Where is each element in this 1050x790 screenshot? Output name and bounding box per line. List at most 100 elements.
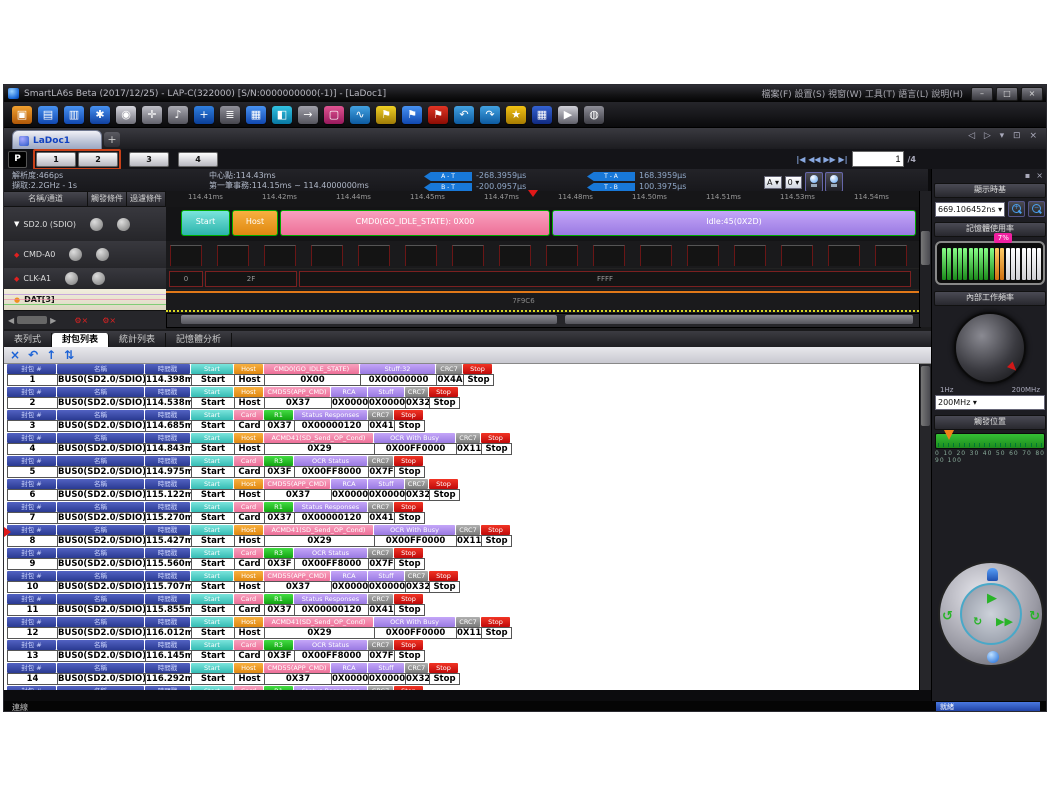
bottom-tab-item[interactable]: 記憶體分析 [166, 333, 232, 347]
flag-yellow-icon[interactable]: ⚑ [376, 106, 396, 124]
frequency-select[interactable]: 200MHz ▾ [935, 395, 1045, 410]
bottom-tab-item[interactable]: 統計列表 [109, 333, 166, 347]
page-button-2[interactable]: 2 [78, 152, 118, 167]
packet-data-row[interactable]: 3BUS0(SD2.0/SDIO)114.685msStartCard0X370… [7, 420, 425, 432]
tab-nav-controls[interactable]: ◁ ▷ ▾ ⊡ × [968, 131, 1040, 141]
cursor-a-select[interactable]: A ▾ [764, 176, 782, 189]
decode-segment[interactable]: CMD0(GO_IDLE_STATE): 0X00 [280, 210, 550, 236]
filter-off-icon[interactable]: ⚙× [74, 316, 88, 325]
tools-icon[interactable]: ✛ [142, 106, 162, 124]
memory-stack-icon[interactable]: ≣ [220, 106, 240, 124]
packet-data-row[interactable]: 1BUS0(SD2.0/SDIO)114.398msStartHost0X000… [7, 374, 494, 386]
flag-blue-icon[interactable]: ⚑ [402, 106, 422, 124]
packet-data-row[interactable]: 13BUS0(SD2.0/SDIO)116.145msStartCard0X3F… [7, 650, 425, 662]
sidebar-close-icon[interactable]: × [1036, 171, 1043, 180]
decode-segment[interactable]: Host [232, 210, 278, 236]
packet-data-row[interactable]: 4BUS0(SD2.0/SDIO)114.843msStartHost0X290… [7, 443, 512, 455]
packet-data-row[interactable]: 9BUS0(SD2.0/SDIO)115.560msStartCard0X3F0… [7, 558, 425, 570]
frequency-knob[interactable] [954, 312, 1026, 384]
probe-icon[interactable]: ♪ [168, 106, 188, 124]
decode-cards-icon[interactable]: ▢ [324, 106, 344, 124]
channel-row-sd2-0-sdio-[interactable]: ▼SD2.0 (SDIO) [4, 207, 166, 242]
close-button[interactable]: × [1021, 87, 1043, 101]
open-file-icon[interactable]: ▣ [12, 106, 32, 124]
bottom-tab-item[interactable]: 表列式 [4, 333, 52, 347]
filter-gear-icon[interactable] [96, 248, 109, 261]
trigger-off-icon[interactable]: ⚙× [102, 316, 116, 325]
page-nav-arrows[interactable]: |◀ ◀◀ ▶▶ ▶| [796, 155, 847, 164]
save-as-icon[interactable]: ▥ [64, 106, 84, 124]
page-p-button[interactable]: P [8, 151, 27, 168]
decode-waveform-row[interactable]: StartHostCMD0(GO_IDLE_STATE): 0X00Idle:4… [166, 207, 919, 241]
filter-gear-icon[interactable] [92, 272, 105, 285]
flag-red-icon[interactable]: ⚑ [428, 106, 448, 124]
grid-view-icon[interactable]: ▦ [532, 106, 552, 124]
film-replay-icon[interactable]: ▶ [558, 106, 578, 124]
pin-icon[interactable]: ▪ [1025, 171, 1030, 180]
trigger-position-slider[interactable] [935, 433, 1045, 449]
vscroll-thumb[interactable] [921, 231, 930, 265]
play-icon[interactable]: ▶ [987, 591, 997, 606]
bulb-b-button[interactable] [825, 172, 843, 192]
window-layout-icon[interactable]: ◧ [272, 106, 292, 124]
hand-tool-icon[interactable] [987, 568, 998, 581]
trigger-gear-icon[interactable] [65, 272, 78, 285]
packet-data-row[interactable]: 2BUS0(SD2.0/SDIO)114.538msStartHost0X370… [7, 397, 460, 409]
export-signal-icon[interactable]: → [298, 106, 318, 124]
cursor-badge[interactable]: T - A [587, 172, 635, 181]
packet-data-row[interactable]: 6BUS0(SD2.0/SDIO)115.122msStartHost0X370… [7, 489, 460, 501]
time-ruler[interactable]: 114.41ms114.42ms114.44ms114.45ms114.47ms… [166, 191, 919, 208]
channel-row-cmd-a0[interactable]: ◆CMD-A0 [4, 241, 166, 269]
bottom-tab-active[interactable]: 封包列表 [52, 333, 109, 347]
cmd-bus-row[interactable]: 02FFFFF [166, 268, 919, 290]
screenshot-camera-icon[interactable]: ◉ [116, 106, 136, 124]
cursor-badge[interactable]: A - T [424, 172, 472, 181]
loop-icon[interactable]: ↻ [973, 615, 982, 628]
decode-segment[interactable]: Idle:45(0X2D) [552, 210, 916, 236]
bus-panel-icon[interactable]: ▦ [246, 106, 266, 124]
packet-data-row[interactable]: 8BUS0(SD2.0/SDIO)115.427msStartHost0X290… [7, 535, 512, 547]
rotate-right-icon[interactable]: ↻ [1029, 609, 1040, 624]
add-tab-button[interactable]: + [104, 132, 120, 147]
menu-bar[interactable]: 檔案(F) 設置(S) 視窗(W) 工具(T) 語言(L) 說明(H) [761, 87, 963, 100]
trigger-bomb-icon[interactable]: ◍ [584, 106, 604, 124]
undo-icon[interactable]: ↶ [454, 106, 474, 124]
filter-gear-icon[interactable] [117, 218, 130, 231]
redo-icon[interactable]: ↷ [480, 106, 500, 124]
nav-down-icon[interactable] [987, 651, 999, 663]
page-button-1[interactable]: 1 [36, 152, 76, 167]
rotate-left-icon[interactable]: ↺ [942, 609, 953, 624]
clock-waveform-row[interactable] [166, 241, 919, 269]
trigger-gear-icon[interactable] [69, 248, 82, 261]
maximize-button[interactable]: □ [996, 87, 1018, 101]
table-vscroll-thumb[interactable] [921, 366, 930, 426]
refresh-list-icon[interactable]: ↶ [28, 348, 38, 362]
channel-row-clk-a1[interactable]: ◆CLK-A1 [4, 268, 166, 290]
dat-waveform-row[interactable]: 7F9C6 [166, 289, 919, 312]
page-button-4[interactable]: 4 [178, 152, 218, 167]
packet-data-row[interactable]: 7BUS0(SD2.0/SDIO)115.270msStartCard0X370… [7, 512, 425, 524]
navigation-pad[interactable]: ↺ ↻ ▶ ↻ ▶▶ [938, 561, 1044, 667]
decode-segment[interactable]: Start [181, 210, 230, 236]
packet-data-row[interactable]: 5BUS0(SD2.0/SDIO)114.975msStartCard0X3F0… [7, 466, 425, 478]
channel-row-dat-3-[interactable]: ●DAT[3] [4, 289, 166, 311]
export-list-icon[interactable]: × [10, 348, 20, 362]
zoom-in-icon[interactable]: + [1008, 201, 1025, 217]
save-settings-icon[interactable]: ✱ [90, 106, 110, 124]
trigger-gear-icon[interactable] [90, 218, 103, 231]
hscroll-thumb-1[interactable] [181, 315, 557, 324]
sync-list-icon[interactable]: ⇅ [64, 348, 74, 362]
minimize-button[interactable]: – [971, 87, 993, 101]
connector-icon[interactable]: ∿ [350, 106, 370, 124]
packet-data-row[interactable]: 11BUS0(SD2.0/SDIO)115.855msStartCard0X37… [7, 604, 425, 616]
packet-data-row[interactable]: 10BUS0(SD2.0/SDIO)115.707msStartHost0X37… [7, 581, 460, 593]
packet-data-row[interactable]: 12BUS0(SD2.0/SDIO)116.012msStartHost0X29… [7, 627, 512, 639]
packet-data-row[interactable]: 14BUS0(SD2.0/SDIO)116.292msStartHost0X37… [7, 673, 460, 685]
add-device-icon[interactable]: + [194, 106, 214, 124]
page-button-3[interactable]: 3 [129, 152, 169, 167]
favorites-star-icon[interactable]: ★ [506, 106, 526, 124]
tab-ladoc1[interactable]: LaDoc1 [12, 130, 102, 151]
hscroll-thumb-2[interactable] [565, 315, 913, 324]
cursor-b-select[interactable]: 0 ▾ [785, 176, 803, 189]
upload-list-icon[interactable]: ↑ [46, 348, 56, 362]
